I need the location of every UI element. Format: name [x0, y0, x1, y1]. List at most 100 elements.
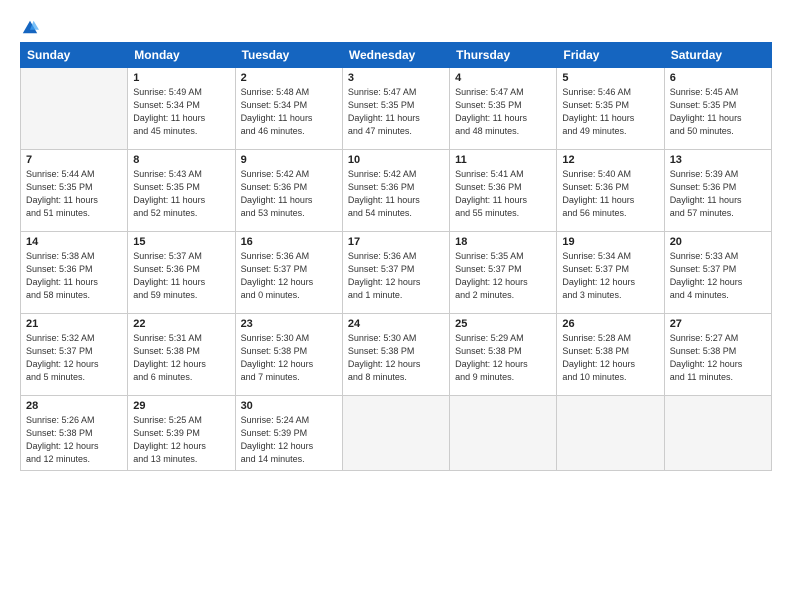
- day-info: Sunrise: 5:40 AMSunset: 5:36 PMDaylight:…: [562, 168, 658, 220]
- weekday-monday: Monday: [128, 43, 235, 68]
- day-info: Sunrise: 5:27 AMSunset: 5:38 PMDaylight:…: [670, 332, 766, 384]
- calendar-day: 3 Sunrise: 5:47 AMSunset: 5:35 PMDaylight…: [342, 68, 449, 150]
- calendar-day: 24 Sunrise: 5:30 AMSunset: 5:38 PMDayligh…: [342, 314, 449, 396]
- calendar-day: 21Sunrise: 5:32 AMSunset: 5:37 PMDayligh…: [21, 314, 128, 396]
- day-number: 17: [348, 236, 444, 248]
- day-info: Sunrise: 5:28 AMSunset: 5:38 PMDaylight:…: [562, 332, 658, 384]
- day-info: Sunrise: 5:37 AMSunset: 5:36 PMDaylight:…: [133, 250, 229, 302]
- calendar-day: [664, 396, 771, 471]
- day-number: 10: [348, 154, 444, 166]
- day-info: Sunrise: 5:25 AMSunset: 5:39 PMDaylight:…: [133, 414, 229, 466]
- day-number: 9: [241, 154, 337, 166]
- day-number: 30: [241, 400, 337, 412]
- day-info: Sunrise: 5:46 AMSunset: 5:35 PMDaylight:…: [562, 86, 658, 138]
- day-number: 5: [562, 72, 658, 84]
- day-info: Sunrise: 5:47 AMSunset: 5:35 PMDaylight:…: [455, 86, 551, 138]
- calendar-day: 27 Sunrise: 5:27 AMSunset: 5:38 PMDayligh…: [664, 314, 771, 396]
- day-number: 12: [562, 154, 658, 166]
- calendar-day: 4 Sunrise: 5:47 AMSunset: 5:35 PMDaylight…: [450, 68, 557, 150]
- calendar-day: 8Sunrise: 5:43 AMSunset: 5:35 PMDaylight…: [128, 150, 235, 232]
- day-info: Sunrise: 5:29 AMSunset: 5:38 PMDaylight:…: [455, 332, 551, 384]
- logo-icon: [21, 18, 39, 36]
- calendar-day: 22 Sunrise: 5:31 AMSunset: 5:38 PMDayligh…: [128, 314, 235, 396]
- day-info: Sunrise: 5:33 AMSunset: 5:37 PMDaylight:…: [670, 250, 766, 302]
- calendar-day: 26 Sunrise: 5:28 AMSunset: 5:38 PMDayligh…: [557, 314, 664, 396]
- weekday-friday: Friday: [557, 43, 664, 68]
- day-info: Sunrise: 5:39 AMSunset: 5:36 PMDaylight:…: [670, 168, 766, 220]
- calendar-week-5: 28 Sunrise: 5:26 AMSunset: 5:38 PMDayligh…: [21, 396, 772, 471]
- day-info: Sunrise: 5:32 AMSunset: 5:37 PMDaylight:…: [26, 332, 122, 384]
- calendar-week-1: 1 Sunrise: 5:49 AMSunset: 5:34 PMDaylight…: [21, 68, 772, 150]
- day-number: 20: [670, 236, 766, 248]
- day-info: Sunrise: 5:26 AMSunset: 5:38 PMDaylight:…: [26, 414, 122, 466]
- calendar-day: [557, 396, 664, 471]
- calendar-day: 9Sunrise: 5:42 AMSunset: 5:36 PMDaylight…: [235, 150, 342, 232]
- calendar-day: 25 Sunrise: 5:29 AMSunset: 5:38 PMDayligh…: [450, 314, 557, 396]
- day-number: 1: [133, 72, 229, 84]
- day-number: 7: [26, 154, 122, 166]
- day-info: Sunrise: 5:30 AMSunset: 5:38 PMDaylight:…: [241, 332, 337, 384]
- day-number: 16: [241, 236, 337, 248]
- day-info: Sunrise: 5:49 AMSunset: 5:34 PMDaylight:…: [133, 86, 229, 138]
- calendar-day: 15 Sunrise: 5:37 AMSunset: 5:36 PMDayligh…: [128, 232, 235, 314]
- day-number: 18: [455, 236, 551, 248]
- day-info: Sunrise: 5:36 AMSunset: 5:37 PMDaylight:…: [348, 250, 444, 302]
- calendar-day: 30 Sunrise: 5:24 AMSunset: 5:39 PMDayligh…: [235, 396, 342, 471]
- calendar-day: 17 Sunrise: 5:36 AMSunset: 5:37 PMDayligh…: [342, 232, 449, 314]
- day-number: 24: [348, 318, 444, 330]
- day-info: Sunrise: 5:48 AMSunset: 5:34 PMDaylight:…: [241, 86, 337, 138]
- calendar-day: 13 Sunrise: 5:39 AMSunset: 5:36 PMDayligh…: [664, 150, 771, 232]
- calendar-day: [21, 68, 128, 150]
- day-number: 15: [133, 236, 229, 248]
- day-info: Sunrise: 5:42 AMSunset: 5:36 PMDaylight:…: [348, 168, 444, 220]
- calendar-table: SundayMondayTuesdayWednesdayThursdayFrid…: [20, 42, 772, 471]
- day-number: 2: [241, 72, 337, 84]
- day-info: Sunrise: 5:31 AMSunset: 5:38 PMDaylight:…: [133, 332, 229, 384]
- day-number: 3: [348, 72, 444, 84]
- calendar-week-3: 14Sunrise: 5:38 AMSunset: 5:36 PMDayligh…: [21, 232, 772, 314]
- day-info: Sunrise: 5:24 AMSunset: 5:39 PMDaylight:…: [241, 414, 337, 466]
- calendar-week-2: 7 Sunrise: 5:44 AMSunset: 5:35 PMDaylight…: [21, 150, 772, 232]
- day-info: Sunrise: 5:45 AMSunset: 5:35 PMDaylight:…: [670, 86, 766, 138]
- day-number: 26: [562, 318, 658, 330]
- day-number: 4: [455, 72, 551, 84]
- calendar-day: 11 Sunrise: 5:41 AMSunset: 5:36 PMDayligh…: [450, 150, 557, 232]
- day-number: 28: [26, 400, 122, 412]
- day-number: 22: [133, 318, 229, 330]
- day-info: Sunrise: 5:30 AMSunset: 5:38 PMDaylight:…: [348, 332, 444, 384]
- calendar-day: 14Sunrise: 5:38 AMSunset: 5:36 PMDayligh…: [21, 232, 128, 314]
- calendar-day: 12 Sunrise: 5:40 AMSunset: 5:36 PMDayligh…: [557, 150, 664, 232]
- calendar-day: [342, 396, 449, 471]
- calendar-day: 6 Sunrise: 5:45 AMSunset: 5:35 PMDaylight…: [664, 68, 771, 150]
- calendar-day: 20 Sunrise: 5:33 AMSunset: 5:37 PMDayligh…: [664, 232, 771, 314]
- page: SundayMondayTuesdayWednesdayThursdayFrid…: [0, 0, 792, 612]
- header: [20, 18, 772, 32]
- calendar-day: 2 Sunrise: 5:48 AMSunset: 5:34 PMDaylight…: [235, 68, 342, 150]
- day-number: 23: [241, 318, 337, 330]
- day-number: 25: [455, 318, 551, 330]
- calendar-day: 7 Sunrise: 5:44 AMSunset: 5:35 PMDaylight…: [21, 150, 128, 232]
- day-number: 11: [455, 154, 551, 166]
- calendar-day: 19Sunrise: 5:34 AMSunset: 5:37 PMDayligh…: [557, 232, 664, 314]
- calendar-day: 16 Sunrise: 5:36 AMSunset: 5:37 PMDayligh…: [235, 232, 342, 314]
- calendar-day: 23 Sunrise: 5:30 AMSunset: 5:38 PMDayligh…: [235, 314, 342, 396]
- day-number: 27: [670, 318, 766, 330]
- day-number: 6: [670, 72, 766, 84]
- day-info: Sunrise: 5:47 AMSunset: 5:35 PMDaylight:…: [348, 86, 444, 138]
- day-number: 14: [26, 236, 122, 248]
- weekday-saturday: Saturday: [664, 43, 771, 68]
- calendar-day: 28 Sunrise: 5:26 AMSunset: 5:38 PMDayligh…: [21, 396, 128, 471]
- day-number: 13: [670, 154, 766, 166]
- calendar-day: 18 Sunrise: 5:35 AMSunset: 5:37 PMDayligh…: [450, 232, 557, 314]
- calendar-day: 29 Sunrise: 5:25 AMSunset: 5:39 PMDayligh…: [128, 396, 235, 471]
- calendar-week-4: 21Sunrise: 5:32 AMSunset: 5:37 PMDayligh…: [21, 314, 772, 396]
- calendar-day: 5 Sunrise: 5:46 AMSunset: 5:35 PMDaylight…: [557, 68, 664, 150]
- weekday-header-row: SundayMondayTuesdayWednesdayThursdayFrid…: [21, 43, 772, 68]
- day-info: Sunrise: 5:41 AMSunset: 5:36 PMDaylight:…: [455, 168, 551, 220]
- day-number: 29: [133, 400, 229, 412]
- calendar-day: [450, 396, 557, 471]
- day-number: 19: [562, 236, 658, 248]
- day-info: Sunrise: 5:44 AMSunset: 5:35 PMDaylight:…: [26, 168, 122, 220]
- day-info: Sunrise: 5:36 AMSunset: 5:37 PMDaylight:…: [241, 250, 337, 302]
- day-info: Sunrise: 5:35 AMSunset: 5:37 PMDaylight:…: [455, 250, 551, 302]
